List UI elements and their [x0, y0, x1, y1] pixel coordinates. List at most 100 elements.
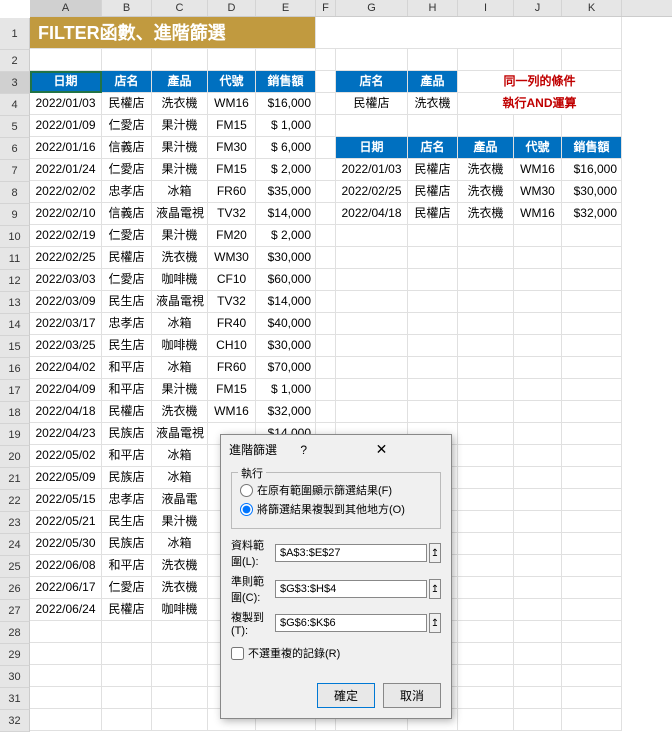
data-cell[interactable]: 液晶電視: [152, 423, 208, 445]
data-cell[interactable]: $40,000: [256, 313, 316, 335]
data-cell[interactable]: 果汁機: [152, 225, 208, 247]
data-cell[interactable]: 洗衣機: [152, 247, 208, 269]
radio-inplace-input[interactable]: [240, 484, 253, 497]
data-cell[interactable]: $ 2,000: [256, 225, 316, 247]
row-header-29[interactable]: 29: [0, 644, 30, 666]
data-cell[interactable]: 和平店: [102, 379, 152, 401]
note-text[interactable]: 同一列的條件: [458, 71, 622, 93]
result-cell[interactable]: WM16: [514, 203, 562, 225]
row-header-27[interactable]: 27: [0, 600, 30, 622]
row-header-13[interactable]: 13: [0, 292, 30, 314]
data-cell[interactable]: FM20: [208, 225, 256, 247]
data-cell[interactable]: TV32: [208, 203, 256, 225]
data-cell[interactable]: 2022/03/09: [30, 291, 102, 313]
row-header-4[interactable]: 4: [0, 94, 30, 116]
data-cell[interactable]: 民族店: [102, 533, 152, 555]
data-cell[interactable]: 民權店: [102, 93, 152, 115]
col-header-K[interactable]: K: [562, 0, 622, 16]
left-header[interactable]: 日期: [30, 71, 102, 93]
data-cell[interactable]: 2022/05/09: [30, 467, 102, 489]
data-cell[interactable]: 2022/01/03: [30, 93, 102, 115]
data-cell[interactable]: $70,000: [256, 357, 316, 379]
data-cell[interactable]: 咖啡機: [152, 269, 208, 291]
criteria-range-input[interactable]: [275, 580, 427, 598]
data-cell[interactable]: 冰箱: [152, 467, 208, 489]
close-icon[interactable]: ✕: [372, 441, 443, 458]
data-cell[interactable]: 民權店: [102, 599, 152, 621]
data-cell[interactable]: 冰箱: [152, 445, 208, 467]
data-cell[interactable]: $ 6,000: [256, 137, 316, 159]
data-cell[interactable]: 2022/04/02: [30, 357, 102, 379]
data-cell[interactable]: 2022/02/19: [30, 225, 102, 247]
range-picker-icon[interactable]: ↥: [429, 613, 441, 633]
data-cell[interactable]: 民生店: [102, 511, 152, 533]
data-cell[interactable]: 和平店: [102, 555, 152, 577]
data-cell[interactable]: 果汁機: [152, 511, 208, 533]
data-cell[interactable]: CH10: [208, 335, 256, 357]
data-cell[interactable]: 洗衣機: [152, 401, 208, 423]
row-header-9[interactable]: 9: [0, 204, 30, 226]
row-header-19[interactable]: 19: [0, 424, 30, 446]
data-cell[interactable]: 信義店: [102, 203, 152, 225]
result-cell[interactable]: 2022/02/25: [336, 181, 408, 203]
crit-cell[interactable]: 洗衣機: [408, 93, 458, 115]
data-cell[interactable]: $16,000: [256, 93, 316, 115]
left-header[interactable]: 銷售額: [256, 71, 316, 93]
data-cell[interactable]: 咖啡機: [152, 335, 208, 357]
data-cell[interactable]: $30,000: [256, 335, 316, 357]
result-cell[interactable]: 民權店: [408, 159, 458, 181]
data-cell[interactable]: WM30: [208, 247, 256, 269]
data-cell[interactable]: WM16: [208, 93, 256, 115]
data-cell[interactable]: FM30: [208, 137, 256, 159]
data-cell[interactable]: 民權店: [102, 247, 152, 269]
col-header-F[interactable]: F: [316, 0, 336, 16]
data-cell[interactable]: 2022/05/15: [30, 489, 102, 511]
data-cell[interactable]: 2022/01/09: [30, 115, 102, 137]
col-header-G[interactable]: G: [336, 0, 408, 16]
data-cell[interactable]: $32,000: [256, 401, 316, 423]
data-cell[interactable]: 2022/02/25: [30, 247, 102, 269]
range-picker-icon[interactable]: ↥: [429, 579, 441, 599]
data-cell[interactable]: 民權店: [102, 401, 152, 423]
radio-copy-to[interactable]: 將篩選結果複製到其他地方(O): [240, 501, 432, 517]
col-header-J[interactable]: J: [514, 0, 562, 16]
list-range-input[interactable]: [275, 544, 427, 562]
data-cell[interactable]: 洗衣機: [152, 555, 208, 577]
data-cell[interactable]: 洗衣機: [152, 577, 208, 599]
data-cell[interactable]: 忠孝店: [102, 313, 152, 335]
data-cell[interactable]: 2022/04/09: [30, 379, 102, 401]
data-cell[interactable]: 2022/05/21: [30, 511, 102, 533]
result-cell[interactable]: $30,000: [562, 181, 622, 203]
data-cell[interactable]: 2022/06/08: [30, 555, 102, 577]
result-cell[interactable]: WM16: [514, 159, 562, 181]
row-header-31[interactable]: 31: [0, 688, 30, 710]
col-header-B[interactable]: B: [102, 0, 152, 16]
data-cell[interactable]: $35,000: [256, 181, 316, 203]
data-cell[interactable]: FM15: [208, 159, 256, 181]
result-cell[interactable]: 洗衣機: [458, 159, 514, 181]
data-cell[interactable]: 2022/02/02: [30, 181, 102, 203]
col-header-C[interactable]: C: [152, 0, 208, 16]
data-cell[interactable]: 民族店: [102, 423, 152, 445]
left-header[interactable]: 代號: [208, 71, 256, 93]
unique-checkbox[interactable]: [231, 647, 244, 660]
data-cell[interactable]: CF10: [208, 269, 256, 291]
row-header-24[interactable]: 24: [0, 534, 30, 556]
result-cell[interactable]: 洗衣機: [458, 203, 514, 225]
data-cell[interactable]: 2022/06/24: [30, 599, 102, 621]
row-header-2[interactable]: 2: [0, 50, 30, 72]
row-header-16[interactable]: 16: [0, 358, 30, 380]
data-cell[interactable]: 2022/01/16: [30, 137, 102, 159]
col-header-E[interactable]: E: [256, 0, 316, 16]
data-cell[interactable]: 2022/06/17: [30, 577, 102, 599]
data-cell[interactable]: 果汁機: [152, 159, 208, 181]
result-cell[interactable]: 2022/01/03: [336, 159, 408, 181]
row-header-21[interactable]: 21: [0, 468, 30, 490]
data-cell[interactable]: 咖啡機: [152, 599, 208, 621]
data-cell[interactable]: 仁愛店: [102, 269, 152, 291]
unique-records-check[interactable]: 不選重複的記錄(R): [231, 645, 441, 661]
data-cell[interactable]: 2022/05/30: [30, 533, 102, 555]
data-cell[interactable]: 果汁機: [152, 137, 208, 159]
row-header-22[interactable]: 22: [0, 490, 30, 512]
data-cell[interactable]: 仁愛店: [102, 577, 152, 599]
